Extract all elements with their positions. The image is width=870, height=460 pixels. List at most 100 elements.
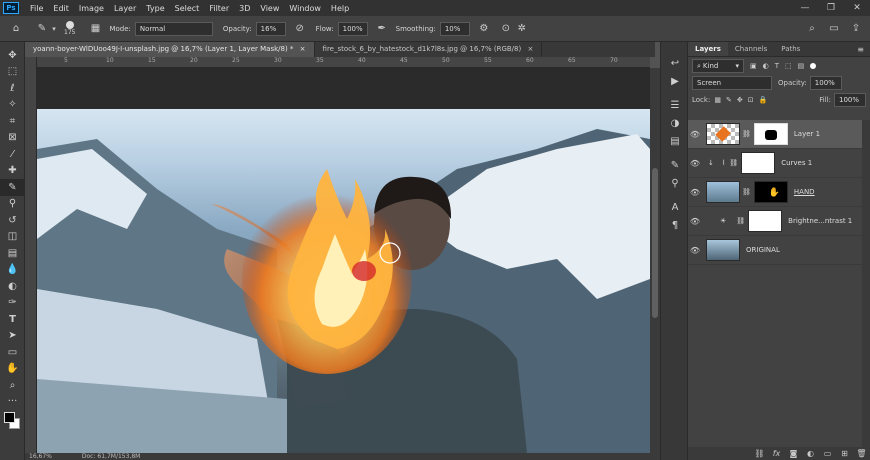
layer-thumbnail[interactable]	[706, 181, 740, 203]
share-icon[interactable]: ⇪	[848, 21, 864, 37]
frame-tool-icon[interactable]: ⊠	[0, 130, 25, 147]
layer-mask-thumbnail[interactable]	[741, 152, 776, 174]
brushes-panel-icon[interactable]: ✎	[661, 156, 689, 174]
canvas-vertical-scrollbar[interactable]	[650, 68, 660, 453]
layer-name[interactable]: ORIGINAL	[746, 246, 780, 254]
layer-row-original[interactable]: 👁 ORIGINAL	[688, 236, 862, 265]
actions-panel-icon[interactable]: ▶	[661, 72, 689, 90]
menu-3d[interactable]: 3D	[234, 4, 255, 13]
blur-tool-icon[interactable]: 💧	[0, 262, 25, 279]
zoom-level[interactable]: 16,67%	[29, 453, 52, 460]
link-icon[interactable]: ⛓	[736, 217, 745, 225]
eyedropper-tool-icon[interactable]: ⁄	[0, 146, 25, 163]
document-canvas[interactable]	[37, 109, 650, 453]
link-icon[interactable]: ⛓	[742, 130, 751, 138]
brush-tool-icon[interactable]: ✎	[0, 179, 25, 196]
eye-icon[interactable]: 👁	[688, 188, 702, 197]
properties-panel-icon[interactable]: ☰	[661, 96, 689, 114]
filter-shape-icon[interactable]: ⬚	[785, 62, 792, 70]
link-icon[interactable]: ⛓	[729, 159, 738, 167]
menu-window[interactable]: Window	[284, 4, 326, 13]
home-icon[interactable]: ⌂	[8, 21, 24, 37]
layer-mask-thumbnail[interactable]: ✋	[753, 181, 788, 203]
foreground-color-swatch[interactable]	[4, 412, 15, 423]
lock-image-icon[interactable]: ✎	[726, 96, 732, 104]
smoothing-input[interactable]: 10%	[439, 21, 470, 36]
path-selection-tool-icon[interactable]: ➤	[0, 328, 25, 345]
brush-preset-picker[interactable]: 175	[64, 21, 75, 36]
tab-document-1[interactable]: yoann-boyer-WlDUoo49J-I-unsplash.jpg @ 1…	[25, 42, 315, 57]
menu-edit[interactable]: Edit	[48, 4, 74, 13]
filter-pixel-icon[interactable]: ▣	[750, 62, 757, 70]
panel-menu-icon[interactable]: ≡	[857, 42, 870, 56]
link-layers-icon[interactable]: ⛓	[751, 449, 768, 458]
quick-select-tool-icon[interactable]: ✧	[0, 97, 25, 114]
airbrush-icon[interactable]: ✒	[374, 21, 390, 37]
tab-layers[interactable]: Layers	[688, 42, 728, 56]
trash-icon[interactable]: 🗑	[853, 449, 870, 458]
history-brush-tool-icon[interactable]: ↺	[0, 212, 25, 229]
clone-stamp-tool-icon[interactable]: ⚲	[0, 196, 25, 213]
symmetry-icon[interactable]: ✲	[514, 21, 530, 37]
paragraph-panel-icon[interactable]: ¶	[661, 216, 689, 234]
close-window-button[interactable]: ✕	[844, 0, 870, 16]
lock-artboard-icon[interactable]: ⊡	[748, 96, 754, 104]
opacity-input[interactable]: 16%	[255, 21, 286, 36]
layers-scrollbar[interactable]	[862, 120, 870, 447]
tab-paths[interactable]: Paths	[774, 42, 807, 56]
layer-row-layer-1[interactable]: 👁 ⛓ Layer 1	[688, 120, 862, 149]
filter-smart-object-icon[interactable]: ▤	[798, 62, 805, 70]
eraser-tool-icon[interactable]: ◫	[0, 229, 25, 246]
shape-tool-icon[interactable]: ▭	[0, 344, 25, 361]
chevron-down-icon[interactable]: ▾	[50, 21, 58, 37]
more-tools-icon[interactable]: ···	[0, 394, 25, 411]
layer-thumbnail[interactable]	[706, 239, 740, 261]
layer-name[interactable]: Layer 1	[794, 130, 820, 138]
layer-mask-thumbnail[interactable]	[748, 210, 783, 232]
layer-name[interactable]: Curves 1	[781, 159, 812, 167]
blend-mode-select[interactable]: Screen	[692, 75, 772, 90]
tab-document-2[interactable]: fire_stock_6_by_hatestock_d1k7l8s.jpg @ …	[315, 42, 543, 57]
search-icon[interactable]: ⌕	[804, 21, 820, 37]
layer-row-brightness-contrast-1[interactable]: 👁 ☀ ⛓ Brightne...ntrast 1	[688, 207, 862, 236]
layer-thumbnail[interactable]	[706, 123, 740, 145]
group-icon[interactable]: ▭	[819, 449, 836, 458]
filter-type-icon[interactable]: T	[775, 62, 779, 70]
mode-select[interactable]: Normal	[134, 21, 213, 36]
layer-name[interactable]: Brightne...ntrast 1	[788, 217, 852, 225]
layer-name[interactable]: HAND	[794, 188, 815, 196]
menu-view[interactable]: View	[255, 4, 284, 13]
flow-input[interactable]: 100%	[337, 21, 368, 36]
move-tool-icon[interactable]: ✥	[0, 47, 25, 64]
menu-filter[interactable]: Filter	[204, 4, 234, 13]
libraries-panel-icon[interactable]: ▤	[661, 132, 689, 150]
history-panel-icon[interactable]: ↩	[661, 54, 689, 72]
menu-image[interactable]: Image	[74, 4, 109, 13]
eye-icon[interactable]: 👁	[688, 217, 702, 226]
scroll-thumb[interactable]	[652, 168, 658, 318]
new-layer-icon[interactable]: ⊞	[836, 449, 853, 458]
fill-input[interactable]: 100%	[834, 92, 866, 107]
character-panel-icon[interactable]: A	[661, 198, 689, 216]
close-icon[interactable]: ×	[300, 45, 306, 53]
clone-source-panel-icon[interactable]: ⚲	[661, 174, 689, 192]
brush-settings-icon[interactable]: ▦	[87, 21, 103, 37]
gear-icon[interactable]: ⚙	[476, 21, 492, 37]
kind-filter-select[interactable]: ⌕ Kind ▾	[692, 58, 744, 73]
crop-tool-icon[interactable]: ⌗	[0, 113, 25, 130]
gradient-tool-icon[interactable]: ▤	[0, 245, 25, 262]
brush-tool-icon[interactable]: ✎	[34, 21, 50, 37]
workspace-icon[interactable]: ▭	[826, 21, 842, 37]
lock-position-icon[interactable]: ✥	[737, 96, 743, 104]
pressure-size-icon[interactable]: ⊙	[498, 21, 514, 37]
menu-type[interactable]: Type	[141, 4, 169, 13]
pen-tool-icon[interactable]: ✑	[0, 295, 25, 312]
layer-opacity-input[interactable]: 100%	[809, 75, 842, 90]
menu-file[interactable]: File	[25, 4, 48, 13]
add-mask-icon[interactable]: ◙	[785, 449, 802, 458]
eye-icon[interactable]: 👁	[688, 159, 702, 168]
type-tool-icon[interactable]: T	[0, 311, 25, 328]
filter-toggle-icon[interactable]	[810, 62, 817, 69]
link-icon[interactable]: ⛓	[742, 188, 751, 196]
color-swatches[interactable]	[0, 410, 24, 434]
